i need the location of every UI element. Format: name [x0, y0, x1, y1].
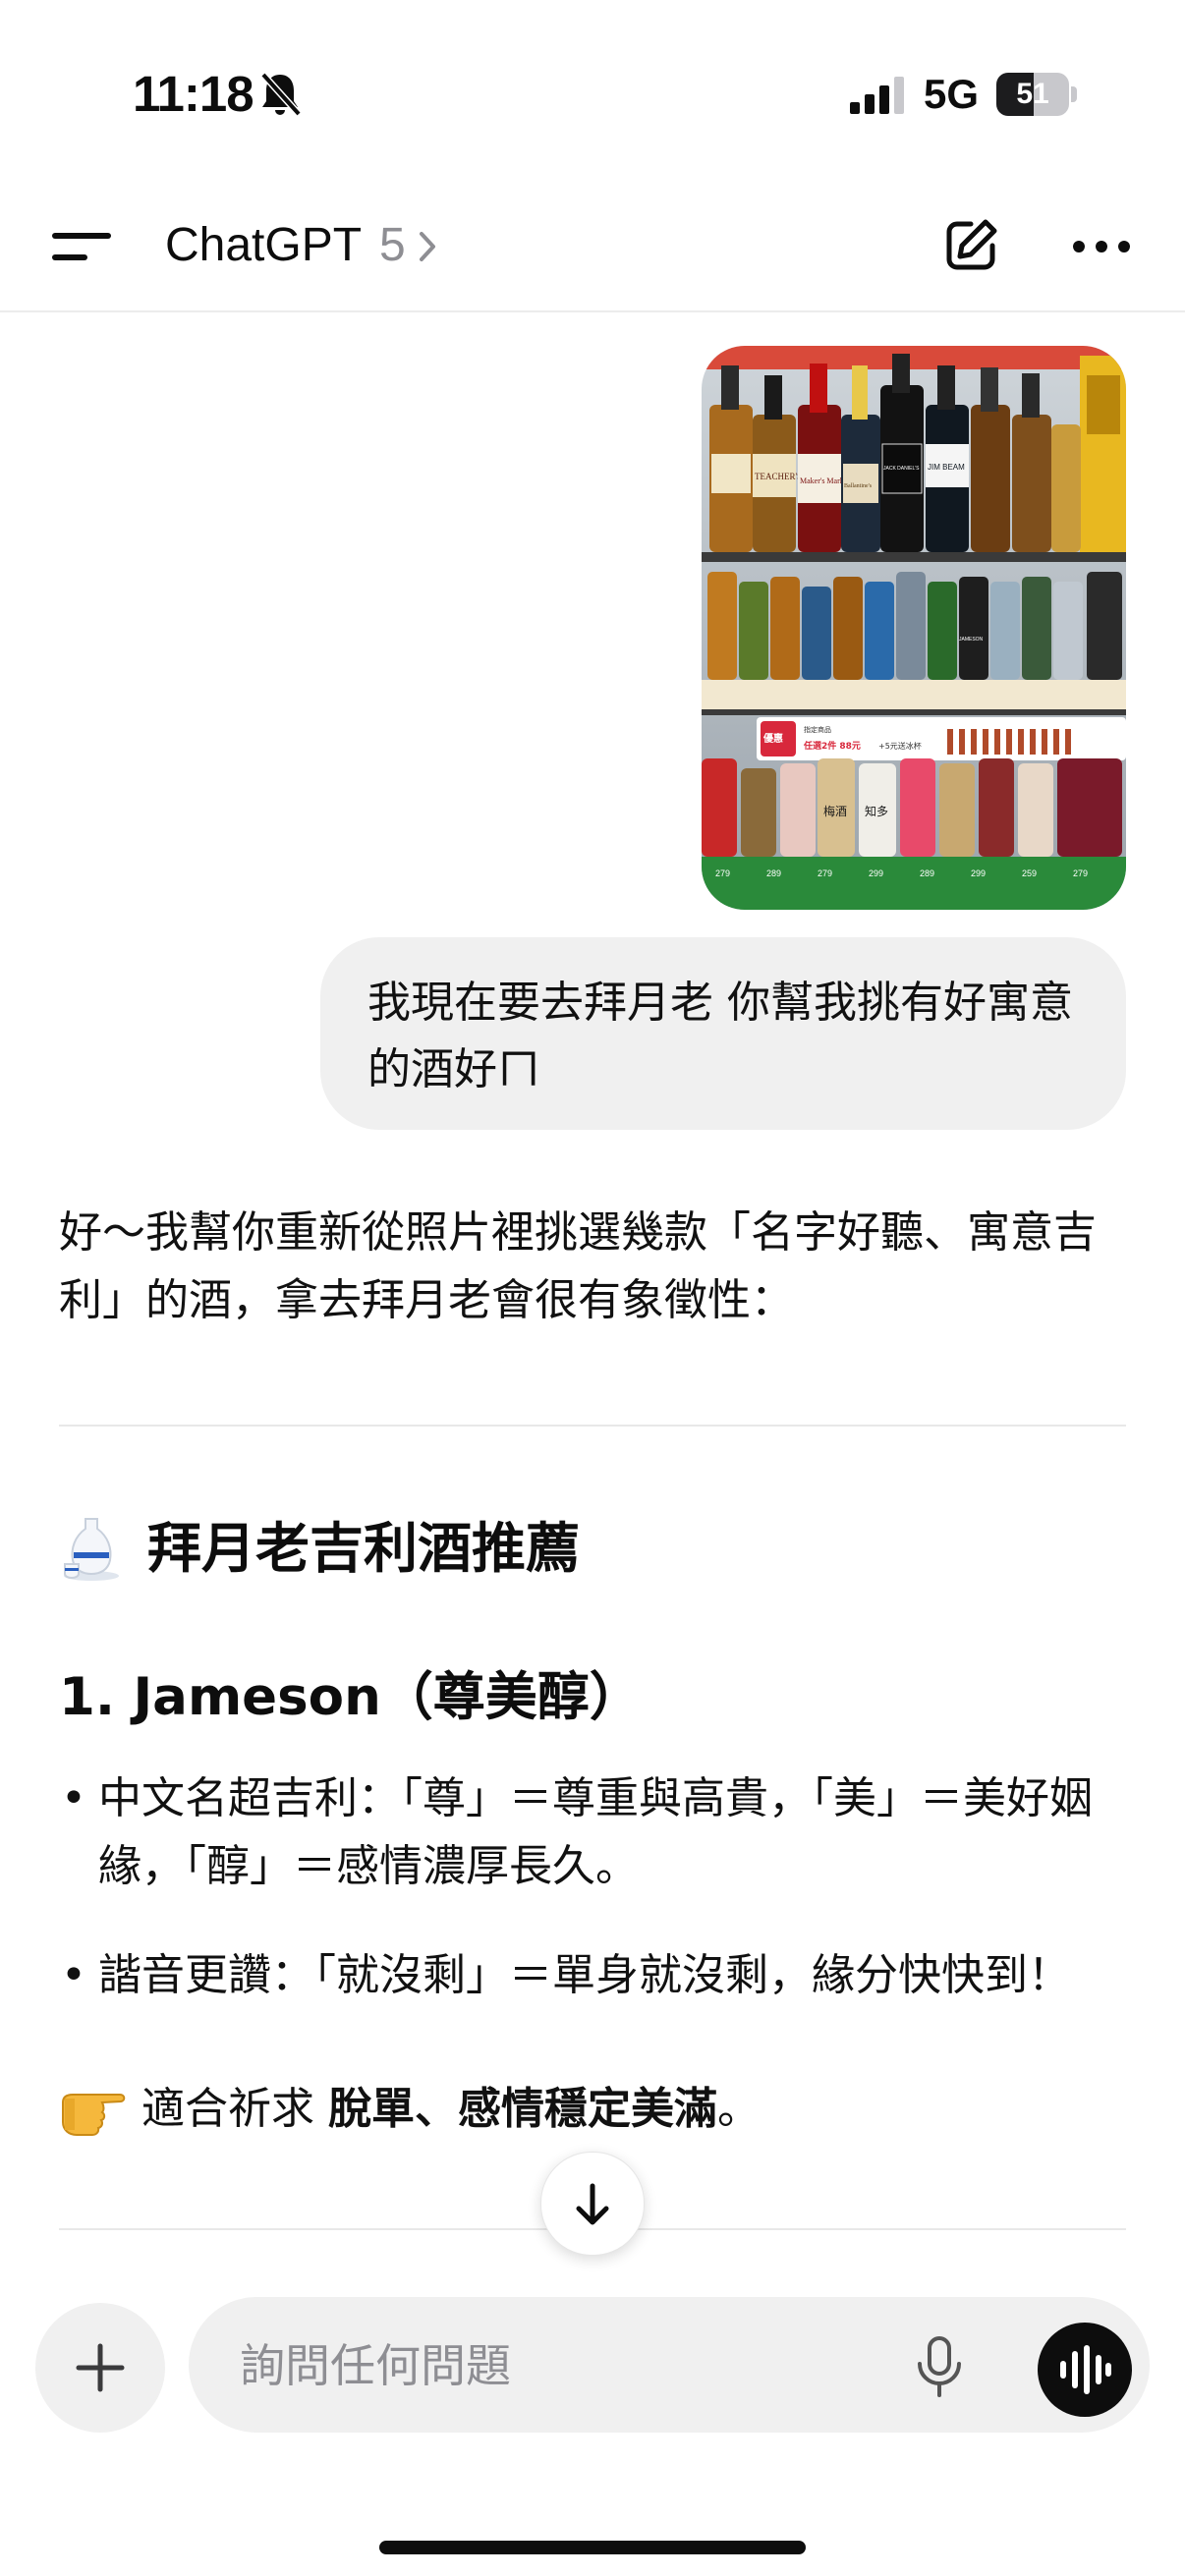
battery-icon: 51: [996, 73, 1077, 116]
user-message-bubble[interactable]: 我現在要去拜月老 你幫我挑有好寓意的酒好ㄇ: [320, 937, 1126, 1130]
arrow-down-icon: [576, 2183, 609, 2225]
mic-icon[interactable]: [910, 2334, 969, 2399]
price-tag: 279: [715, 868, 730, 878]
sake-icon: [64, 1518, 119, 1581]
pointing-hand-icon: [62, 2094, 126, 2136]
photo-label: 知多: [865, 805, 888, 818]
message-input[interactable]: [238, 2330, 871, 2401]
status-time: 11:18: [133, 66, 254, 122]
header-divider: [0, 310, 1185, 312]
voice-waveform-icon: [1060, 2345, 1111, 2394]
suitable-line: 適合祈求 脫單、感情穩定美滿。: [141, 2075, 761, 2143]
more-icon[interactable]: [1071, 236, 1132, 257]
photo-label: 指定商品: [804, 725, 831, 734]
add-attachment-button[interactable]: [35, 2303, 165, 2433]
item-title: 1. Jameson（尊美醇）: [59, 1667, 642, 1727]
list-item-text: 中文名超吉利：「尊」＝尊重與高貴，「美」＝美好姻緣，「醇」＝感情濃厚長久。: [98, 1773, 1093, 1891]
user-photo-liquor-shelf[interactable]: TEACHER'S Maker's Mark Ballantine's JACK…: [702, 346, 1126, 910]
price-tag: 279: [1073, 868, 1088, 878]
model-version[interactable]: 5: [379, 218, 406, 272]
voice-mode-button[interactable]: [1038, 2323, 1132, 2417]
suitable-bold: 脫單、感情穩定美滿: [328, 2084, 717, 2134]
composer-bar: [189, 2297, 1150, 2433]
photo-label: JIM BEAM: [928, 463, 965, 472]
divider: [59, 1425, 1126, 1427]
price-tag: 299: [869, 868, 883, 878]
bullet-dot: •: [61, 1773, 86, 1823]
list-item-text: 諧音更讚：「就沒剩」＝單身就沒剩，緣分快快到！: [98, 1950, 1071, 2000]
suitable-prefix: 適合祈求: [141, 2084, 314, 2134]
menu-icon[interactable]: [51, 224, 112, 269]
photo-label: TEACHER'S: [755, 472, 802, 481]
price-tag: 289: [766, 868, 781, 878]
suitable-end: 。: [717, 2084, 761, 2134]
photo-label: +5元送冰杯: [878, 741, 922, 751]
battery-percent: 51: [1016, 78, 1049, 110]
photo-label: Ballantine's: [844, 483, 873, 489]
signal-icon: [850, 77, 904, 114]
bell-slash-icon: [260, 72, 302, 117]
scroll-down-button[interactable]: [540, 2152, 645, 2256]
list-item: • 中文名超吉利：「尊」＝尊重與高貴，「美」＝美好姻緣，「醇」＝感情濃厚長久。: [59, 1764, 1130, 1900]
photo-label: JACK DANIEL'S: [883, 466, 920, 472]
photo-label: JAMESON: [959, 637, 984, 643]
network-type: 5G: [924, 71, 980, 117]
price-tag: 259: [1022, 868, 1037, 878]
section-title: 拜月老吉利酒推薦: [147, 1517, 581, 1580]
bullet-dot: •: [61, 1950, 86, 2000]
price-tag: 289: [920, 868, 934, 878]
chevron-right-icon[interactable]: [417, 230, 438, 263]
photo-label: 任選2件 88元: [803, 740, 861, 752]
photo-label: Maker's Mark: [800, 476, 844, 485]
photo-label: 優惠: [762, 732, 783, 745]
new-chat-icon[interactable]: [941, 216, 1000, 275]
app-title[interactable]: ChatGPT: [165, 218, 362, 272]
assistant-intro: 好～我幫你重新從照片裡挑選幾款「名字好聽、寓意吉利」的酒，拿去拜月老會很有象徵性…: [59, 1207, 1097, 1325]
plus-icon: [76, 2343, 125, 2392]
photo-label: 梅酒: [823, 804, 847, 818]
home-indicator: [379, 2541, 806, 2554]
price-tag: 279: [818, 868, 832, 878]
list-item: • 諧音更讚：「就沒剩」＝單身就沒剩，緣分快快到！: [59, 1941, 1130, 2009]
price-tag: 299: [971, 868, 986, 878]
